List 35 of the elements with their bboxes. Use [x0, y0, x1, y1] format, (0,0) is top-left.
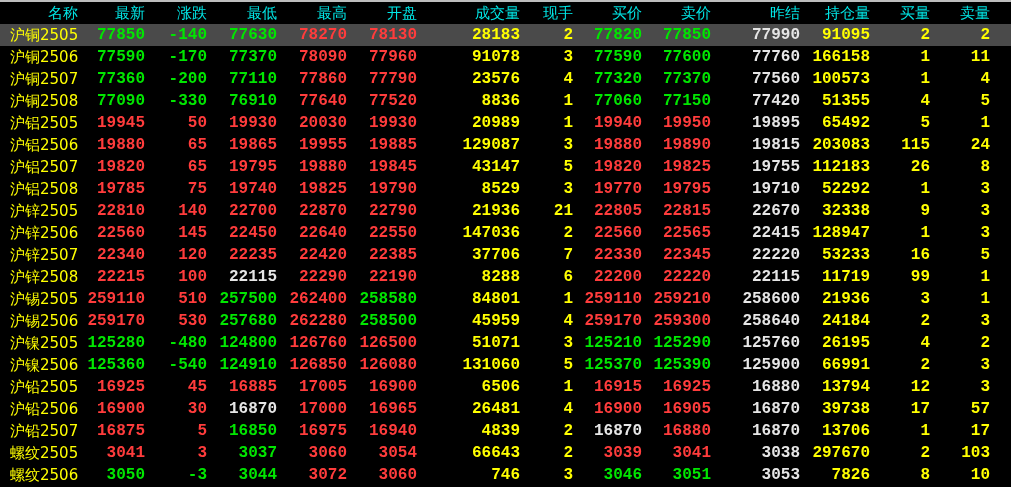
table-row[interactable]: 沪铝2506 19880 65 19865 19955 19885 129087 3 19880 19890 19815 203083 115 24 — [0, 134, 1011, 156]
column-header[interactable]: 最新 — [115, 3, 145, 23]
table-row[interactable]: 螺纹2506 3050 -3 3044 3072 3060 746 3 3046 3051 3053 7826 8 10 — [0, 464, 1011, 486]
table-row[interactable]: 沪铅2505 16925 45 16885 17005 16900 6506 1 16915 16925 16880 13794 12 3 — [0, 376, 1011, 398]
column-header[interactable]: 买量 — [900, 3, 930, 23]
table-row[interactable]: 沪铜2506 77590 -170 77370 78090 77960 91078 3 77590 77600 77760 166158 1 11 — [0, 46, 1011, 68]
table-row[interactable]: 沪锡2505 259110 510 257500 262400 258580 84801 1 259110 259210 258600 21936 3 1 — [0, 288, 1011, 310]
column-header[interactable]: 卖量 — [960, 3, 990, 23]
table-row[interactable]: 沪锌2508 22215 100 22115 22290 22190 8288 6 22200 22220 22115 11719 99 1 — [0, 266, 1011, 288]
column-header[interactable]: 昨结 — [770, 3, 800, 23]
column-header[interactable]: 持仓量 — [825, 3, 870, 23]
table-row[interactable]: 沪铜2508 77090 -330 76910 77640 77520 8836 1 77060 77150 77420 51355 4 5 — [0, 90, 1011, 112]
table-row[interactable]: 沪铅2507 16875 5 16850 16975 16940 4839 2 16870 16880 16870 13706 1 17 — [0, 420, 1011, 442]
table-row[interactable]: 沪铅2506 16900 30 16870 17000 16965 26481 4 16900 16905 16870 39738 17 57 — [0, 398, 1011, 420]
column-header[interactable]: 买价 — [612, 3, 642, 23]
table-row[interactable]: 沪锌2505 22810 140 22700 22870 22790 21936 21 22805 22815 22670 32338 9 3 — [0, 200, 1011, 222]
table-row[interactable]: 沪铝2505 19945 50 19930 20030 19930 20989 1 19940 19950 19895 65492 5 1 — [0, 112, 1011, 134]
table-row[interactable]: 沪铝2508 19785 75 19740 19825 19790 8529 3 19770 19795 19710 52292 1 3 — [0, 178, 1011, 200]
column-header[interactable]: 名称 — [48, 3, 78, 23]
column-header[interactable]: 开盘 — [387, 3, 417, 23]
column-header[interactable]: 最低 — [247, 3, 277, 23]
column-header[interactable]: 成交量 — [475, 3, 520, 23]
table-row[interactable]: 沪镍2506 125360 -540 124910 126850 126080 131060 5 125370 125390 125900 66991 2 3 — [0, 354, 1011, 376]
table-row[interactable]: 沪镍2505 125280 -480 124800 126760 126500 51071 3 125210 125290 125760 26195 4 2 — [0, 332, 1011, 354]
table-row[interactable]: 沪锌2506 22560 145 22450 22640 22550 147036 2 22560 22565 22415 128947 1 3 — [0, 222, 1011, 244]
table-row[interactable]: 沪铝2507 19820 65 19795 19880 19845 43147 5 19820 19825 19755 112183 26 8 — [0, 156, 1011, 178]
table-row[interactable]: 沪锡2506 259170 530 257680 262280 258500 45959 4 259170 259300 258640 24184 2 3 — [0, 310, 1011, 332]
table-row[interactable]: 沪铜2505 77850 -140 77630 78270 78130 28183 2 77820 77850 77990 91095 2 2 — [0, 24, 1011, 46]
column-header[interactable]: 卖价 — [681, 3, 711, 23]
table-row[interactable]: 沪锌2507 22340 120 22235 22420 22385 37706 7 22330 22345 22220 53233 16 5 — [0, 244, 1011, 266]
column-header[interactable]: 现手 — [543, 3, 573, 23]
column-header[interactable]: 涨跌 — [177, 3, 207, 23]
table-row[interactable]: 沪铜2507 77360 -200 77110 77860 77790 23576 4 77320 77370 77560 100573 1 4 — [0, 68, 1011, 90]
table-row[interactable]: 螺纹2505 3041 3 3037 3060 3054 66643 2 3039 3041 3038 297670 2 103 — [0, 442, 1011, 464]
column-header[interactable]: 最高 — [317, 3, 347, 23]
